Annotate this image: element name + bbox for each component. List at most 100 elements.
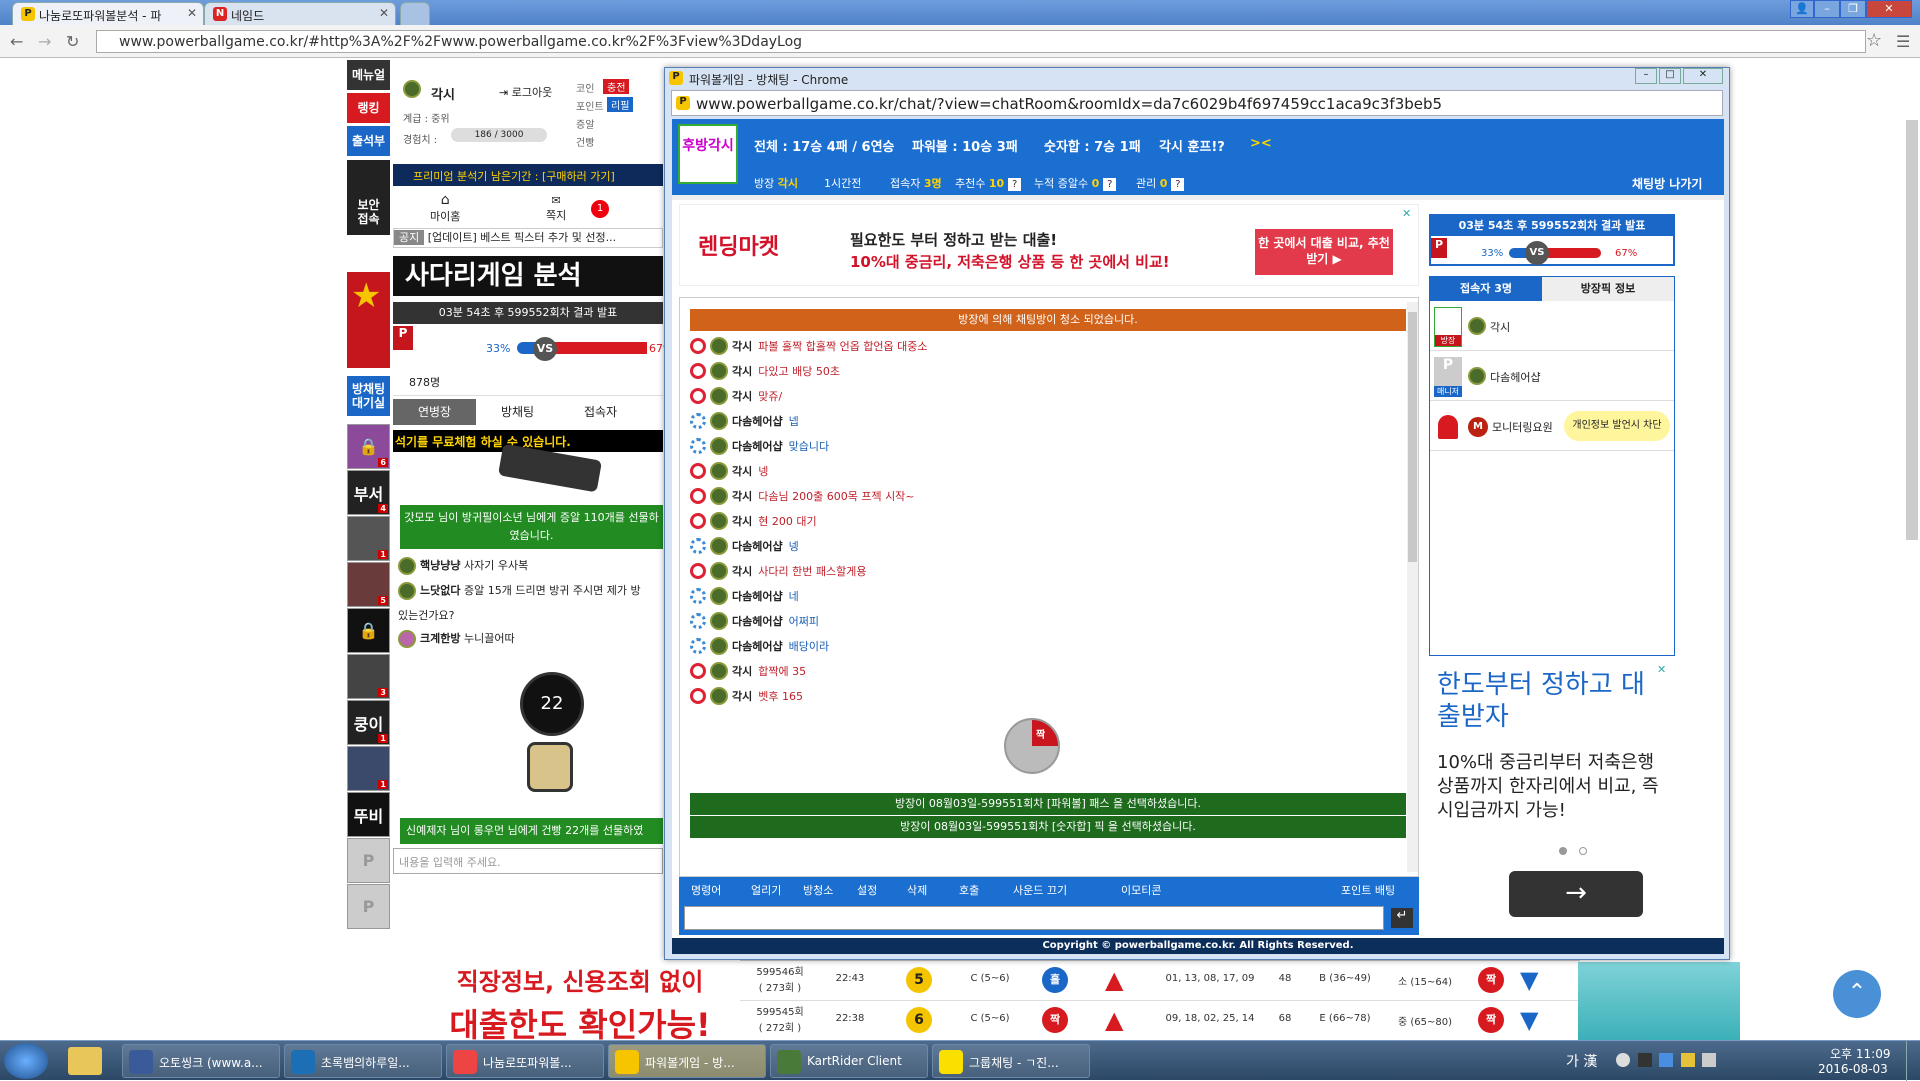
new-tab-button[interactable] <box>400 2 430 25</box>
user-thumb[interactable]: 3 <box>347 654 390 699</box>
message-sender[interactable]: 각시 <box>732 463 752 479</box>
scroll-top-button[interactable]: ⌃ <box>1833 970 1881 1018</box>
message-sender[interactable]: 각시 <box>732 338 752 354</box>
toggle-arrows[interactable]: >< <box>1250 136 1272 151</box>
message-sender[interactable]: 다솜헤어샵 <box>732 438 783 454</box>
chatroom-lobby-button[interactable]: 방채팅 대기실 <box>347 376 390 416</box>
help-icon[interactable] <box>1616 1053 1630 1067</box>
ad-close-icon[interactable]: ✕ <box>1402 207 1411 220</box>
charge-button[interactable]: 충전 <box>603 79 630 94</box>
start-button[interactable] <box>4 1043 48 1079</box>
help-icon[interactable]: ? <box>1008 178 1022 191</box>
right-ad[interactable]: ✕ 한도부터 정하고 대출받자 10%대 중금리부터 저축은행 상품까지 한자리… <box>1429 663 1675 933</box>
chat-scrollbar[interactable] <box>1407 302 1418 872</box>
clock-date[interactable]: 2016-08-03 <box>1818 1062 1888 1076</box>
chat-action-button[interactable]: 포인트 배팅 <box>1341 882 1395 898</box>
network-tray-icon[interactable] <box>1659 1053 1673 1067</box>
user-thumb[interactable]: 5 <box>347 562 390 607</box>
ranking-button[interactable]: 랭킹 <box>347 93 390 123</box>
tab-users[interactable]: 접속자 <box>559 399 642 425</box>
lock-thumb[interactable]: 🔒 <box>347 608 390 653</box>
user-row[interactable]: 방장 각시 <box>1430 303 1674 351</box>
tab-room-chat[interactable]: 방채팅 <box>476 399 559 425</box>
message-sender[interactable]: 다솜헤어샵 <box>732 588 783 604</box>
message-sender[interactable]: 각시 <box>732 488 752 504</box>
notice-bar[interactable]: 공지 [업데이트] 베스트 픽스터 추가 및 선정... <box>393 228 663 248</box>
user-thumb[interactable]: 쿵이 1 <box>347 700 390 745</box>
note-link[interactable]: ✉ 쪽지 <box>546 194 566 223</box>
user-row[interactable]: P 매니저 다솜헤어샵 <box>1430 353 1674 401</box>
security-login-button[interactable]: 보안 접속 <box>347 160 390 235</box>
chat-action-button[interactable]: 삭제 <box>907 882 927 898</box>
user-icon[interactable]: 👤 <box>1790 0 1814 18</box>
message-sender[interactable]: 각시 <box>732 388 752 404</box>
user-row[interactable]: M 모니터링요원 개인정보 발언시 차단 <box>1430 403 1674 451</box>
restore-icon[interactable]: ❐ <box>1840 0 1866 18</box>
carousel-dot[interactable] <box>1579 847 1587 855</box>
message-sender[interactable]: 다솜헤어샵 <box>732 413 783 429</box>
premium-bar[interactable]: 프리미엄 분석기 남은기간 : [구매하러 가기] <box>393 164 663 186</box>
close-window-icon[interactable]: ✕ <box>1866 0 1912 18</box>
chat-input[interactable]: 내용을 입력해 주세요. <box>393 848 663 874</box>
refill-button[interactable]: 리필 <box>607 97 634 112</box>
chat-action-button[interactable]: 방청소 <box>803 882 833 898</box>
kakaotalk-tray-icon[interactable] <box>1637 1053 1652 1067</box>
message-sender[interactable]: 각시 <box>732 513 752 529</box>
message-sender[interactable]: 다솜헤어샵 <box>732 538 783 554</box>
tray-icons[interactable] <box>1616 1053 1726 1069</box>
ad-banner[interactable]: 렌딩마켓 필요한도 부터 정하고 받는 대출! 10%대 중금리, 저축은행 상… <box>679 204 1419 286</box>
default-avatar-thumb[interactable]: P <box>347 838 390 883</box>
tab-users[interactable]: 접속자 3명 <box>1430 277 1542 301</box>
volume-icon[interactable] <box>1702 1053 1716 1067</box>
minimize-icon[interactable]: – <box>1635 68 1657 84</box>
popup-url-bar[interactable]: P www.powerballgame.co.kr/chat/?view=cha… <box>671 90 1723 116</box>
user-thumb[interactable]: 뚜비 <box>347 792 390 837</box>
lock-thumb[interactable]: 🔒 6 <box>347 424 390 469</box>
mypage-link[interactable]: ⌂ 마이홈 <box>430 192 460 224</box>
message-sender[interactable]: 각시 <box>732 363 752 379</box>
show-desktop-button[interactable] <box>1906 1041 1920 1081</box>
message-sender[interactable]: 다솜헤어샵 <box>732 638 783 654</box>
logout-link[interactable]: ⇥ 로그아웃 <box>499 84 552 100</box>
default-avatar-thumb[interactable]: P <box>347 884 390 929</box>
message-sender[interactable]: 각시 <box>732 688 752 704</box>
help-icon[interactable]: ? <box>1171 178 1185 191</box>
scroll-thumb[interactable] <box>1408 312 1417 562</box>
action-center-icon[interactable] <box>1680 1053 1695 1067</box>
reload-icon[interactable]: ↻ <box>66 32 79 51</box>
send-icon[interactable]: ↵ <box>1391 908 1413 928</box>
chat-input[interactable] <box>684 906 1384 930</box>
url-input[interactable]: www.powerballgame.co.kr/#http%3A%2F%2Fww… <box>96 30 1866 53</box>
ime-indicator[interactable]: 가 漢 <box>1566 1051 1597 1071</box>
file-explorer-icon[interactable] <box>68 1047 102 1075</box>
carousel-dot[interactable] <box>1559 847 1567 855</box>
star-banner[interactable]: ★ <box>347 272 390 368</box>
menu-manual-button[interactable]: 메뉴얼 <box>347 60 390 90</box>
close-tab-icon[interactable]: ✕ <box>379 6 389 20</box>
taskbar-item[interactable]: 오토씽크 (www.a... <box>122 1044 280 1078</box>
exit-room-button[interactable]: 채팅방 나가기 <box>1632 175 1702 192</box>
browser-tab[interactable]: N 네임드 ✕ <box>204 2 396 25</box>
message-sender[interactable]: 다솜헤어샵 <box>732 613 783 629</box>
bookmark-star-icon[interactable]: ☆ <box>1866 30 1882 51</box>
taskbar-item[interactable]: 나눔로또파워볼... <box>446 1044 604 1078</box>
chat-action-button[interactable]: 이모티콘 <box>1121 882 1161 898</box>
help-icon[interactable]: ? <box>1103 178 1117 191</box>
close-window-icon[interactable]: ✕ <box>1683 68 1723 84</box>
minimize-icon[interactable]: – <box>1814 0 1840 18</box>
taskbar-item[interactable]: 파워볼게임 - 방... <box>608 1044 766 1078</box>
chat-action-button[interactable]: 얼리기 <box>751 882 781 898</box>
menu-icon[interactable]: ☰ <box>1896 32 1910 51</box>
tab-training[interactable]: 연병장 <box>393 399 476 425</box>
taskbar-item[interactable]: KartRider Client <box>770 1044 928 1078</box>
user-thumb[interactable]: 부서 4 <box>347 470 390 515</box>
chat-action-button[interactable]: 호출 <box>959 882 979 898</box>
ad-next-button[interactable]: → <box>1509 871 1643 917</box>
chat-messages[interactable]: 방장에 의해 채팅방이 청소 되었습니다. 각시 파볼 홀짝 합홀짝 언옵 합언옵… <box>679 297 1419 877</box>
chat-action-button[interactable]: 사운드 끄기 <box>1013 882 1067 898</box>
attendance-button[interactable]: 출석부 <box>347 126 390 156</box>
browser-tab-active[interactable]: P 나눔로또파워볼분석 - 파 ✕ <box>12 2 204 25</box>
page-scrollbar[interactable] <box>1906 120 1918 540</box>
ladder-banner[interactable]: 사다리게임 분석 <box>393 256 663 296</box>
message-sender[interactable]: 각시 <box>732 563 752 579</box>
